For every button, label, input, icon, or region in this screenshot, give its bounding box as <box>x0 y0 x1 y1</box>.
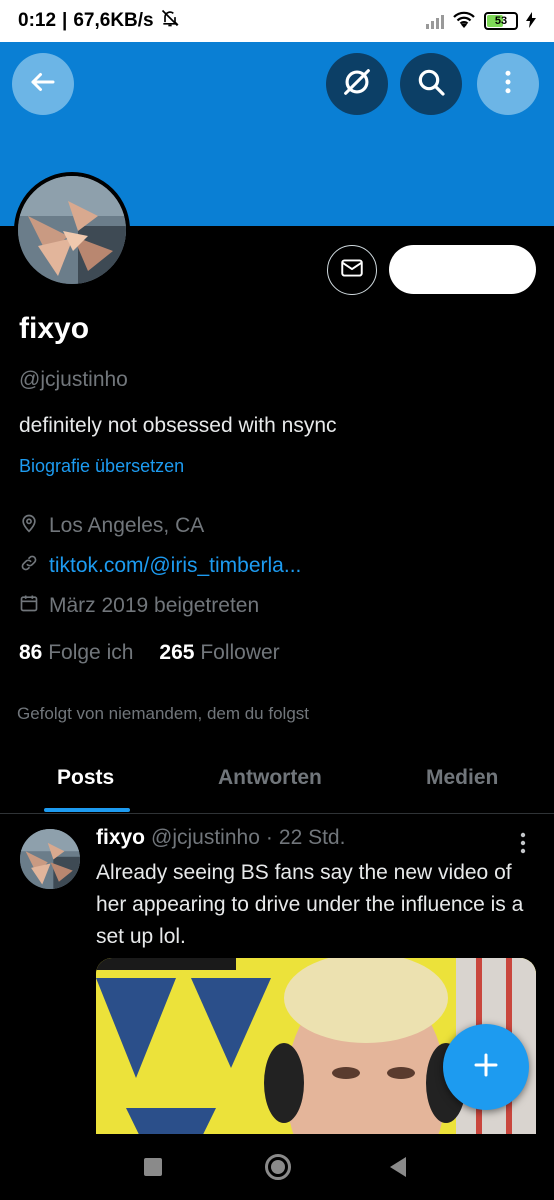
tab-posts[interactable]: Posts <box>57 766 114 790</box>
translate-bio-link[interactable]: Biografie übersetzen <box>19 456 184 477</box>
recents-icon[interactable] <box>144 1158 162 1176</box>
follow-button[interactable]: Folgen <box>389 245 536 294</box>
status-separator: | <box>62 10 68 31</box>
signal-icon <box>426 13 444 29</box>
status-bar: 0:12 | 67,6KB/s 53 <box>0 0 554 42</box>
following-stat[interactable]: 86 Folge ich <box>19 641 133 665</box>
tweet-time: 22 Std. <box>278 826 346 849</box>
tweet-avatar[interactable] <box>20 829 80 889</box>
profile-name: fixyo <box>19 312 90 345</box>
profile-tabs: Posts Antworten Medien <box>0 748 554 814</box>
battery-level: 53 <box>494 15 508 27</box>
compose-button[interactable] <box>443 1024 529 1110</box>
location-pin-icon <box>19 513 39 539</box>
status-time: 0:12 <box>18 10 57 31</box>
website-link[interactable]: tiktok.com/@iris_timberla... <box>49 554 301 578</box>
more-button[interactable] <box>477 53 539 115</box>
plus-icon <box>471 1050 501 1085</box>
more-vertical-icon <box>514 832 532 858</box>
arrow-left-icon <box>28 67 58 102</box>
message-button[interactable] <box>327 245 377 295</box>
wifi-icon <box>452 11 476 32</box>
bell-off-icon <box>160 8 180 34</box>
following-count: 86 <box>19 641 43 664</box>
more-vertical-icon <box>493 67 523 102</box>
tab-media[interactable]: Medien <box>426 766 498 790</box>
home-icon[interactable] <box>265 1154 291 1180</box>
profile-joined: März 2019 beigetreten <box>19 593 259 619</box>
calendar-icon <box>19 593 39 619</box>
tweet-dot: · <box>265 826 273 849</box>
slash-circle-icon <box>340 65 374 104</box>
charging-icon <box>526 11 536 31</box>
profile-avatar[interactable] <box>14 172 130 288</box>
tab-indicator <box>44 808 130 812</box>
tweet-author-handle[interactable]: @jcjustinho <box>151 826 260 850</box>
follow-counts: 86 Folge ich 265 Follower <box>19 641 280 665</box>
followers-stat[interactable]: 265 Follower <box>159 641 279 665</box>
followers-label: Follower <box>200 641 280 664</box>
envelope-icon <box>339 255 365 286</box>
back-button[interactable] <box>12 53 74 115</box>
tweet-author-name[interactable]: fixyo <box>96 826 145 850</box>
status-right: 53 <box>426 11 536 32</box>
profile-website[interactable]: tiktok.com/@iris_timberla... <box>19 553 301 579</box>
tweet-header: fixyo @jcjustinho · 22 Std. <box>96 826 345 850</box>
tab-replies[interactable]: Antworten <box>218 766 322 790</box>
followers-count: 265 <box>159 641 195 664</box>
following-label: Folge ich <box>48 641 134 664</box>
joined-text: März 2019 beigetreten <box>49 594 260 617</box>
profile-location: Los Angeles, CA <box>19 513 204 539</box>
profile-handle: @jcjustinho <box>19 368 128 391</box>
grok-button[interactable] <box>326 53 388 115</box>
profile-bio: definitely not obsessed with nsync <box>19 414 337 437</box>
battery-icon: 53 <box>484 12 518 30</box>
location-text: Los Angeles, CA <box>49 514 205 537</box>
search-button[interactable] <box>400 53 462 115</box>
search-icon <box>415 66 447 103</box>
tweet-text: Already seeing BS fans say the new video… <box>96 861 524 948</box>
status-left: 0:12 | 67,6KB/s <box>18 8 180 34</box>
link-icon <box>19 553 39 579</box>
tweet-more-button[interactable] <box>514 832 532 859</box>
followed-by-text: Gefolgt von niemandem, dem du folgst <box>17 704 309 723</box>
system-back-icon[interactable] <box>390 1157 406 1177</box>
status-speed: 67,6KB/s <box>73 10 154 31</box>
